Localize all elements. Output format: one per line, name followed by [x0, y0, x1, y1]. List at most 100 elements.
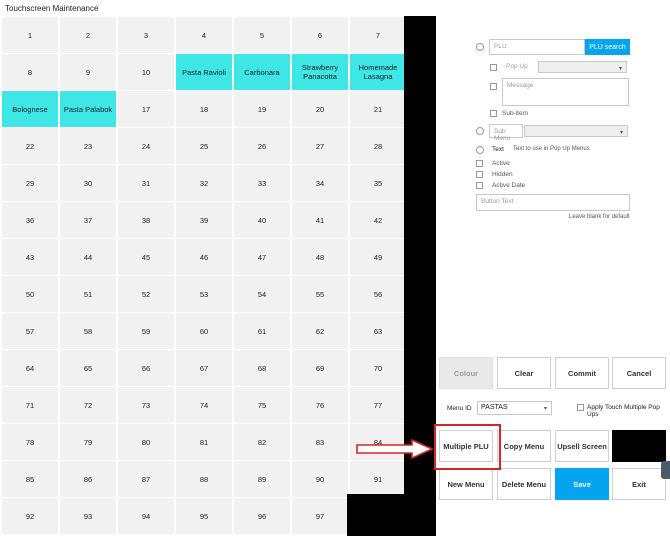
grid-button[interactable]: 54 — [234, 276, 290, 312]
apply-touch-checkbox[interactable] — [577, 404, 584, 411]
grid-button[interactable]: 77 — [350, 387, 406, 423]
grid-button[interactable]: 35 — [350, 165, 406, 201]
cancel-button[interactable]: Cancel — [612, 357, 666, 389]
grid-button[interactable]: 89 — [234, 461, 290, 497]
grid-button[interactable]: 43 — [2, 239, 58, 275]
plu-search-button[interactable]: PLU search — [585, 39, 630, 55]
grid-button[interactable]: 83 — [292, 424, 348, 460]
active-checkbox[interactable] — [476, 160, 483, 167]
grid-button[interactable]: 30 — [60, 165, 116, 201]
grid-button[interactable]: 66 — [118, 350, 174, 386]
grid-button[interactable]: 41 — [292, 202, 348, 238]
plu-radio[interactable] — [476, 43, 484, 51]
grid-button[interactable]: 1 — [2, 17, 58, 53]
delete-menu-button[interactable]: Delete Menu — [497, 468, 551, 500]
message-input[interactable]: Message — [502, 78, 629, 106]
grid-button[interactable]: 88 — [176, 461, 232, 497]
grid-button[interactable]: 6 — [292, 17, 348, 53]
subitem-checkbox[interactable] — [490, 110, 497, 117]
grid-button[interactable]: 4 — [176, 17, 232, 53]
grid-button[interactable]: 97 — [292, 498, 348, 534]
exit-button[interactable]: Exit — [612, 468, 666, 500]
grid-button[interactable]: 17 — [118, 91, 174, 127]
grid-button[interactable]: 42 — [350, 202, 406, 238]
grid-button[interactable]: 26 — [234, 128, 290, 164]
grid-button[interactable]: 52 — [118, 276, 174, 312]
grid-button[interactable]: 7 — [350, 17, 406, 53]
grid-button[interactable]: 63 — [350, 313, 406, 349]
grid-button[interactable]: 45 — [118, 239, 174, 275]
text-radio[interactable] — [476, 146, 484, 154]
grid-button[interactable]: 5 — [234, 17, 290, 53]
grid-button[interactable]: 51 — [60, 276, 116, 312]
clear-button[interactable]: Clear — [497, 357, 551, 389]
grid-button[interactable]: 70 — [350, 350, 406, 386]
grid-button[interactable]: 82 — [234, 424, 290, 460]
grid-button[interactable]: 62 — [292, 313, 348, 349]
grid-button[interactable]: 57 — [2, 313, 58, 349]
grid-button[interactable]: 56 — [350, 276, 406, 312]
grid-button[interactable]: 55 — [292, 276, 348, 312]
grid-button[interactable]: 50 — [2, 276, 58, 312]
grid-button[interactable]: 37 — [60, 202, 116, 238]
grid-button[interactable]: 58 — [60, 313, 116, 349]
grid-button[interactable]: Homemade Lasagna — [350, 54, 406, 90]
grid-button[interactable]: Carbonara — [234, 54, 290, 90]
grid-button[interactable]: 75 — [234, 387, 290, 423]
grid-button[interactable]: 53 — [176, 276, 232, 312]
grid-button[interactable]: 3 — [118, 17, 174, 53]
grid-button[interactable]: 64 — [2, 350, 58, 386]
grid-button[interactable]: 87 — [118, 461, 174, 497]
menu-id-select[interactable]: PASTAS ▾ — [477, 401, 552, 415]
grid-button[interactable]: 20 — [292, 91, 348, 127]
grid-button[interactable]: 39 — [176, 202, 232, 238]
grid-button[interactable]: 24 — [118, 128, 174, 164]
grid-button[interactable]: 29 — [2, 165, 58, 201]
grid-button[interactable]: 32 — [176, 165, 232, 201]
new-menu-button[interactable]: New Menu — [439, 468, 493, 500]
grid-button[interactable]: 85 — [2, 461, 58, 497]
button-text-input[interactable]: Button Text — [476, 194, 630, 211]
grid-button[interactable]: 46 — [176, 239, 232, 275]
grid-button[interactable]: 91 — [350, 461, 406, 497]
grid-button[interactable]: Pasta Palabok — [60, 91, 116, 127]
side-handle-icon[interactable] — [661, 461, 670, 479]
grid-button[interactable]: 71 — [2, 387, 58, 423]
grid-button[interactable]: 73 — [118, 387, 174, 423]
grid-button[interactable]: 31 — [118, 165, 174, 201]
grid-button[interactable]: 10 — [118, 54, 174, 90]
grid-button[interactable]: 72 — [60, 387, 116, 423]
grid-button[interactable]: 22 — [2, 128, 58, 164]
grid-button[interactable]: 81 — [176, 424, 232, 460]
grid-button[interactable]: 9 — [60, 54, 116, 90]
colour-button[interactable]: Colour — [439, 357, 493, 389]
popup-select[interactable]: ▾ — [538, 61, 627, 73]
grid-button[interactable]: 19 — [234, 91, 290, 127]
message-checkbox[interactable] — [490, 83, 497, 90]
grid-button[interactable]: 96 — [234, 498, 290, 534]
grid-button[interactable]: 34 — [292, 165, 348, 201]
grid-button[interactable]: 61 — [234, 313, 290, 349]
upsell-screen-button[interactable]: Upsell Screen — [555, 430, 609, 462]
grid-button[interactable]: 74 — [176, 387, 232, 423]
grid-button[interactable]: 92 — [2, 498, 58, 534]
hidden-checkbox[interactable] — [476, 171, 483, 178]
grid-button[interactable]: 67 — [176, 350, 232, 386]
grid-button[interactable]: 8 — [2, 54, 58, 90]
active-date-checkbox[interactable] — [476, 182, 483, 189]
grid-button[interactable]: 38 — [118, 202, 174, 238]
grid-button[interactable]: 94 — [118, 498, 174, 534]
submenu-select[interactable]: ▾ — [524, 125, 628, 137]
grid-button[interactable]: 60 — [176, 313, 232, 349]
grid-button[interactable]: 49 — [350, 239, 406, 275]
grid-button[interactable]: 23 — [60, 128, 116, 164]
grid-button[interactable]: 78 — [2, 424, 58, 460]
plu-input[interactable]: PLU — [489, 39, 585, 55]
grid-button[interactable]: 80 — [118, 424, 174, 460]
grid-button[interactable]: Bolognese — [2, 91, 58, 127]
grid-button[interactable]: 68 — [234, 350, 290, 386]
grid-button[interactable]: Pasta Ravioli — [176, 54, 232, 90]
grid-button[interactable]: 69 — [292, 350, 348, 386]
grid-button[interactable]: 48 — [292, 239, 348, 275]
grid-button[interactable]: 95 — [176, 498, 232, 534]
